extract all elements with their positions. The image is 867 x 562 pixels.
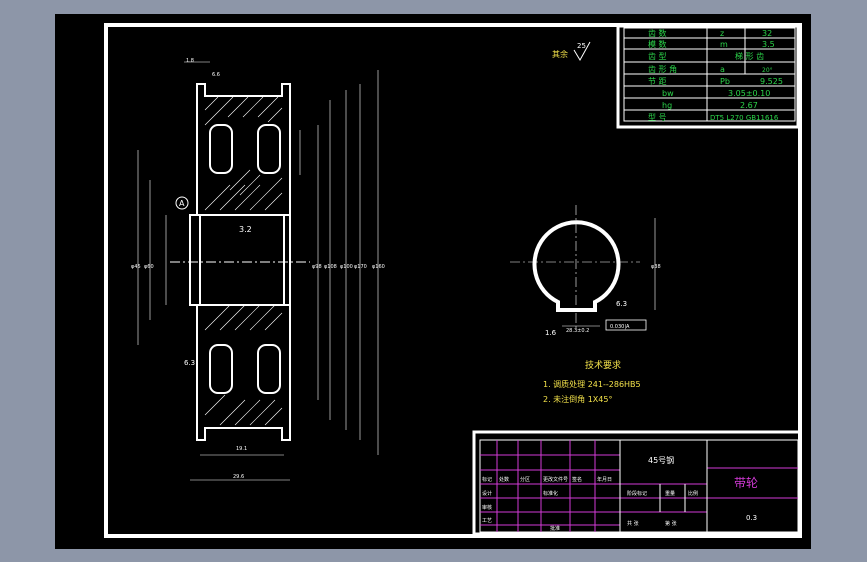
param-name-2: 齿 型	[648, 52, 667, 61]
tb-cell-9: 重量	[665, 490, 675, 497]
param-val-5: 3.05±0.10	[728, 89, 770, 98]
hatch-lower	[204, 304, 283, 426]
diam-label-1: φ60	[144, 264, 154, 270]
param-name-3: 齿 形 角	[648, 64, 677, 74]
tech-requirements: 技术要求 1. 调质处理 241--286HB5 2. 未注倒角 1X45°	[543, 359, 641, 404]
tb-cell-12: 工艺	[482, 518, 492, 524]
tb-cell-15: 第 张	[665, 520, 677, 527]
diam-label-3: φ108	[324, 264, 337, 270]
tb-cell-14: 共 张	[627, 520, 639, 527]
tb-cell-8: 阶段标记	[627, 490, 647, 497]
tech-req-item-1: 1. 调质处理 241--286HB5	[543, 379, 641, 389]
hatch-upper	[204, 96, 283, 211]
tb-cell-0: 标记	[482, 476, 492, 483]
tech-req-item-2: 2. 未注倒角 1X45°	[543, 394, 612, 404]
section-chamfer: 6.3	[184, 359, 195, 367]
tb-cell-5: 年月日	[597, 476, 612, 483]
section-roughness: 3.2	[239, 225, 252, 234]
diam-label-2: φ98	[312, 264, 322, 270]
pulley-section	[137, 61, 379, 481]
parameter-table: 齿 数 模 数 齿 型 齿 形 角 节 距 bw hg 型 号 z m a Pb…	[616, 24, 800, 129]
diam-label-0: φ45	[131, 264, 141, 270]
diam-label-4: φ100	[340, 264, 353, 270]
param-name-7: 型 号	[648, 113, 667, 122]
rest-roughness: 其余 25	[552, 41, 591, 61]
param-val-2: 梯 形 齿	[735, 51, 764, 61]
rest-roughness-label: 其余	[552, 49, 568, 59]
tb-cell-3: 更改文件号	[543, 476, 568, 483]
tb-cell-13: 批准	[550, 525, 560, 532]
tb-cell-2: 分区	[520, 476, 530, 483]
rest-roughness-value: 25	[577, 42, 586, 50]
tb-cell-7: 标准化	[543, 490, 558, 497]
tb-cell-10: 比例	[688, 490, 698, 497]
keyway-roughness2: 1.6	[545, 329, 557, 337]
param-sym-0: z	[720, 29, 724, 38]
param-sym-4: Pb	[720, 77, 730, 86]
keyway-dim-bottom-left: 28.3±0.2	[566, 328, 589, 334]
tech-req-title: 技术要求	[585, 359, 621, 371]
scale: 0.3	[746, 514, 757, 522]
dim-top2: 6.6	[212, 72, 220, 78]
dim-top: 1.8	[186, 58, 194, 64]
tb-cell-6: 设计	[482, 490, 492, 497]
dim-total-width: 29.6	[233, 474, 244, 480]
param-sym-3: a	[720, 65, 725, 74]
param-name-4: 节 距	[648, 77, 667, 86]
param-val-6: 2.67	[740, 101, 758, 110]
keyway-dim-bottom-right: 0.030|A	[610, 324, 630, 330]
param-val-4: 9.525	[760, 77, 783, 86]
param-val-3: 20°	[762, 67, 773, 74]
title-block: 45号钢 带轮 0.3 标记 处数 分区 更改文件号 签名 年月日 设计 标准化…	[472, 430, 802, 536]
diam-label-5: φ170	[354, 264, 367, 270]
part-name: 带轮	[734, 476, 758, 490]
keyway-view	[510, 205, 656, 331]
tb-cell-1: 处数	[499, 476, 509, 483]
datum-label: A	[179, 199, 185, 208]
param-name-5: bw	[662, 89, 674, 98]
param-val-1: 3.5	[762, 40, 775, 49]
param-sym-1: m	[720, 40, 728, 49]
param-val-7: DT5 L270 GB11616	[710, 114, 779, 122]
param-val-0: 32	[762, 29, 772, 38]
tb-cell-11: 审核	[482, 504, 492, 511]
param-name-6: hg	[662, 101, 672, 110]
param-name-0: 齿 数	[648, 28, 667, 38]
tb-cell-4: 签名	[572, 476, 582, 483]
dim-width: 19.1	[236, 446, 247, 452]
cad-drawing: 齿 数 模 数 齿 型 齿 形 角 节 距 bw hg 型 号 z m a Pb…	[131, 24, 802, 536]
param-name-1: 模 数	[648, 39, 667, 49]
keyway-dim-vertical: φ38	[651, 264, 661, 270]
material: 45号钢	[648, 455, 674, 465]
diam-label-6: φ160	[372, 264, 385, 270]
keyway-roughness1: 6.3	[616, 300, 627, 308]
